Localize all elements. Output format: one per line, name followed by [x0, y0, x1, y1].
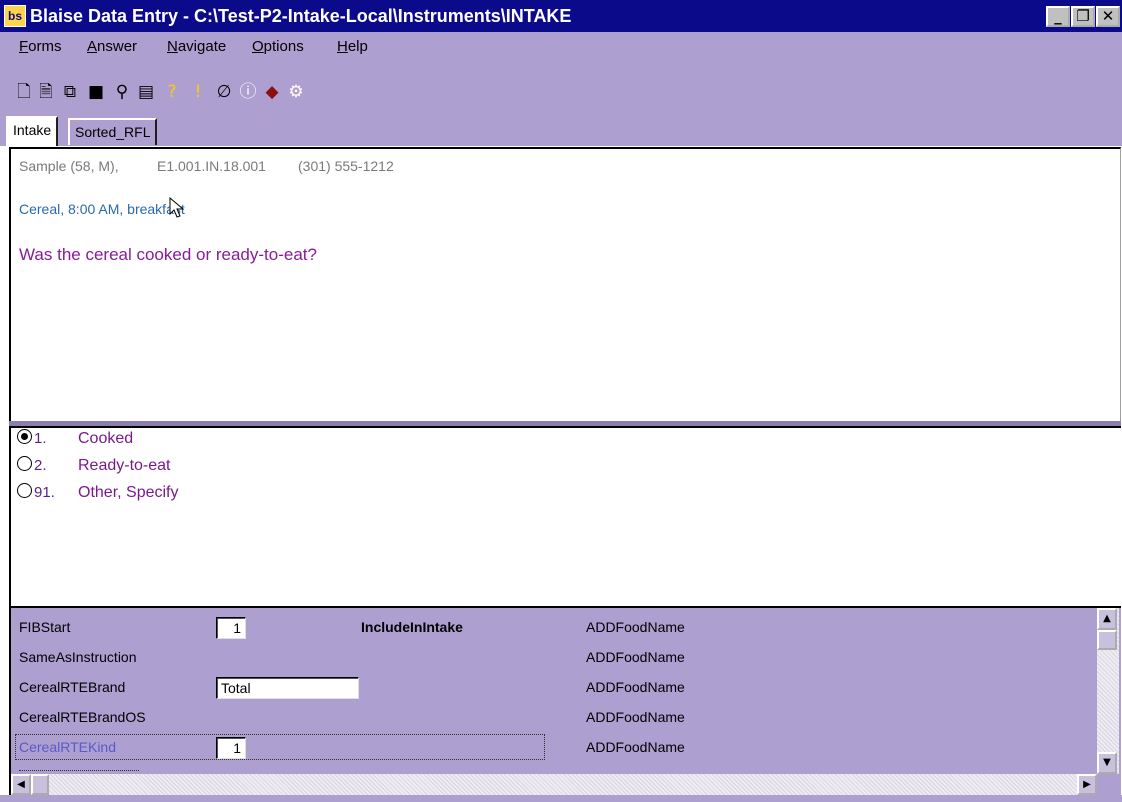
field-row-cerealrtebrand[interactable]: CerealRTEBrand Total ADDFoodName	[11, 672, 1091, 702]
respondent-name: Sample (58, M),	[19, 158, 119, 174]
answer-option-cooked[interactable]: 1. Cooked	[17, 427, 133, 451]
case-id: E1.001.IN.18.001	[157, 158, 266, 174]
settings-icon[interactable]: ⚙	[284, 80, 308, 104]
tab-sorted-rfl[interactable]: Sorted_RFL	[68, 118, 158, 145]
scroll-left-button[interactable]: ◀	[11, 774, 31, 795]
field-value-input[interactable]: Total	[216, 677, 359, 699]
close-button[interactable]: ✕	[1096, 6, 1120, 27]
field-name: FIBStart	[19, 619, 71, 635]
scroll-up-button[interactable]: ▲	[1097, 608, 1117, 630]
field-right-label: ADDFoodName	[586, 679, 685, 695]
browse-icon[interactable]: ▤	[134, 80, 158, 104]
radio-icon[interactable]	[17, 456, 32, 472]
field-row-cerealrtebrandos[interactable]: CerealRTEBrandOS ADDFoodName	[11, 702, 1091, 732]
vertical-scrollbar[interactable]: ▲ ▼	[1097, 608, 1119, 774]
answer-option-ready-to-eat[interactable]: 2. Ready-to-eat	[17, 454, 171, 478]
blaise-app-icon[interactable]: bs	[4, 5, 26, 27]
menu-bar: Forms Answer Navigate Options Help	[0, 32, 1122, 60]
field-right-label: ADDFoodName	[586, 709, 685, 725]
new-form-icon[interactable]: 🗋	[12, 80, 36, 104]
restore-button[interactable]: ❐	[1071, 6, 1095, 27]
answer-pane: 1. Cooked 2. Ready-to-eat 91. Other, Specif…	[9, 426, 1121, 606]
answer-option-other-specify[interactable]: 91. Other, Specify	[17, 481, 179, 505]
error-icon[interactable]: !	[186, 80, 210, 104]
mouse-cursor-icon	[169, 197, 185, 218]
window-title: Blaise Data Entry - C:\Test-P2-Intake-Lo…	[30, 6, 572, 26]
help-icon[interactable]: ?	[160, 80, 184, 104]
field-right-label: ADDFoodName	[586, 649, 685, 665]
tab-intake[interactable]: Intake	[6, 116, 59, 146]
horizontal-scrollbar[interactable]: ◀ ▶	[11, 774, 1097, 795]
save-icon[interactable]: ■	[84, 80, 108, 104]
field-name: CerealRTEBrand	[19, 679, 126, 695]
find-icon[interactable]: ⚲	[110, 80, 134, 104]
field-row-sameasinstruction[interactable]: SameAsInstruction ADDFoodName	[11, 642, 1091, 672]
field-name-focused: CerealRTEKind	[19, 739, 117, 755]
menu-help[interactable]: Help	[337, 37, 368, 57]
menu-forms[interactable]: Forms	[19, 37, 62, 57]
field-name: CerealRTEBrandOS	[19, 709, 146, 725]
status-bar	[0, 795, 1122, 802]
radio-selected-icon[interactable]	[17, 429, 32, 445]
copy-form-icon[interactable]: ⧉	[58, 80, 82, 104]
remark-icon[interactable]: ◆	[260, 80, 284, 104]
field-list-pane: FIBStart 1 IncludeInIntake ADDFoodName S…	[9, 606, 1121, 795]
scroll-right-button[interactable]: ▶	[1077, 774, 1097, 795]
minimize-button[interactable]: _	[1046, 6, 1070, 27]
question-pane: Sample (58, M), E1.001.IN.18.001 (301) 5…	[9, 147, 1121, 423]
partial-next-row	[19, 766, 159, 774]
question-text: Was the cereal cooked or ready-to-eat?	[19, 245, 317, 264]
menu-options[interactable]: Options	[252, 37, 304, 57]
scroll-thumb[interactable]	[1097, 630, 1117, 650]
horizontal-scroll-thumb[interactable]	[31, 774, 49, 795]
field-row-cerealrtekind[interactable]: CerealRTEKind 1 ADDFoodName	[11, 732, 1091, 762]
field-row-fibstart[interactable]: FIBStart 1 IncludeInIntake ADDFoodName	[11, 612, 1091, 642]
scroll-down-button[interactable]: ▼	[1097, 752, 1117, 774]
menu-navigate[interactable]: Navigate	[167, 37, 226, 57]
field-value-input-focused[interactable]: 1	[216, 737, 246, 759]
info-icon[interactable]: ⓘ	[236, 80, 260, 104]
field-extra-label: IncludeInIntake	[361, 619, 463, 635]
respondent-phone: (301) 555-1212	[298, 158, 394, 174]
title-bar: bs Blaise Data Entry - C:\Test-P2-Intake…	[0, 0, 1122, 32]
form-icon[interactable]: 🗎	[34, 80, 58, 104]
field-right-label: ADDFoodName	[586, 619, 685, 635]
food-context: Cereal, 8:00 AM, breakfast	[19, 201, 185, 217]
tab-bar: Intake Sorted_RFL	[0, 116, 1122, 146]
menu-answer[interactable]: Answer	[87, 37, 137, 57]
field-value-input[interactable]: 1	[216, 617, 246, 639]
radio-icon[interactable]	[17, 483, 32, 499]
field-name: SameAsInstruction	[19, 649, 137, 665]
toolbar: 🗋 🗎 ⧉ ■ ⚲ ▤?! ∅ ⓘ ◆ ⚙	[0, 60, 1122, 116]
attach-icon[interactable]: ∅	[212, 80, 236, 104]
field-right-label: ADDFoodName	[586, 739, 685, 755]
